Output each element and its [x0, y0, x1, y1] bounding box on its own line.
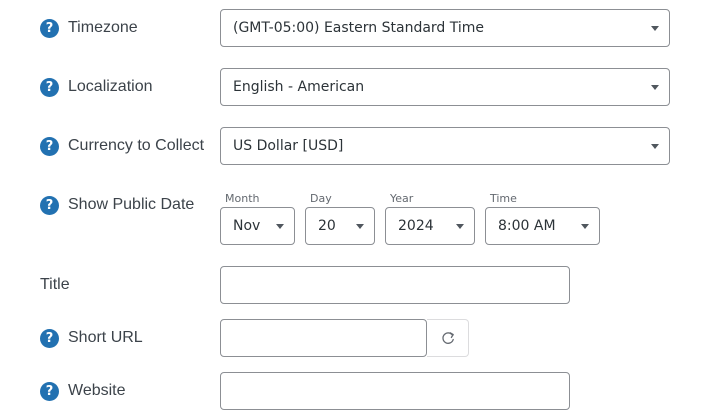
- chevron-down-icon: [276, 224, 284, 229]
- title-input[interactable]: [220, 266, 570, 304]
- title-label: Title: [40, 276, 70, 293]
- year-select[interactable]: 2024: [385, 207, 475, 245]
- refresh-button[interactable]: [427, 319, 469, 357]
- refresh-icon: [441, 332, 454, 344]
- short-url-label: Short URL: [68, 329, 143, 346]
- chevron-down-icon: [651, 144, 659, 149]
- localization-select[interactable]: English - American: [220, 68, 670, 106]
- currency-select[interactable]: US Dollar [USD]: [220, 127, 670, 165]
- timezone-select[interactable]: (GMT-05:00) Eastern Standard Time: [220, 9, 670, 47]
- help-icon[interactable]: ?: [40, 196, 59, 215]
- month-select[interactable]: Nov: [220, 207, 295, 245]
- day-select[interactable]: 20: [305, 207, 375, 245]
- help-icon[interactable]: ?: [40, 137, 59, 156]
- time-select[interactable]: 8:00 AM: [485, 207, 600, 245]
- timezone-value: (GMT-05:00) Eastern Standard Time: [233, 20, 485, 36]
- help-icon[interactable]: ?: [40, 329, 59, 348]
- day-label: Day: [310, 192, 332, 205]
- localization-value: English - American: [233, 79, 365, 95]
- year-label: Year: [390, 192, 414, 205]
- month-value: Nov: [233, 218, 261, 234]
- short-url-input[interactable]: [220, 319, 427, 357]
- time-value: 8:00 AM: [498, 218, 556, 234]
- year-value: 2024: [398, 218, 434, 234]
- website-input[interactable]: [220, 372, 570, 410]
- public-date-label: Show Public Date: [68, 196, 195, 213]
- currency-value: US Dollar [USD]: [233, 138, 344, 154]
- day-value: 20: [318, 218, 336, 234]
- localization-label: Localization: [68, 78, 153, 95]
- help-icon[interactable]: ?: [40, 382, 59, 401]
- chevron-down-icon: [581, 224, 589, 229]
- chevron-down-icon: [651, 26, 659, 31]
- timezone-label: Timezone: [68, 19, 138, 36]
- time-label: Time: [490, 192, 517, 205]
- chevron-down-icon: [456, 224, 464, 229]
- currency-label: Currency to Collect: [68, 137, 205, 154]
- help-icon[interactable]: ?: [40, 78, 59, 97]
- website-label: Website: [68, 382, 126, 399]
- chevron-down-icon: [356, 224, 364, 229]
- month-label: Month: [225, 192, 260, 205]
- help-icon[interactable]: ?: [40, 19, 59, 38]
- chevron-down-icon: [651, 85, 659, 90]
